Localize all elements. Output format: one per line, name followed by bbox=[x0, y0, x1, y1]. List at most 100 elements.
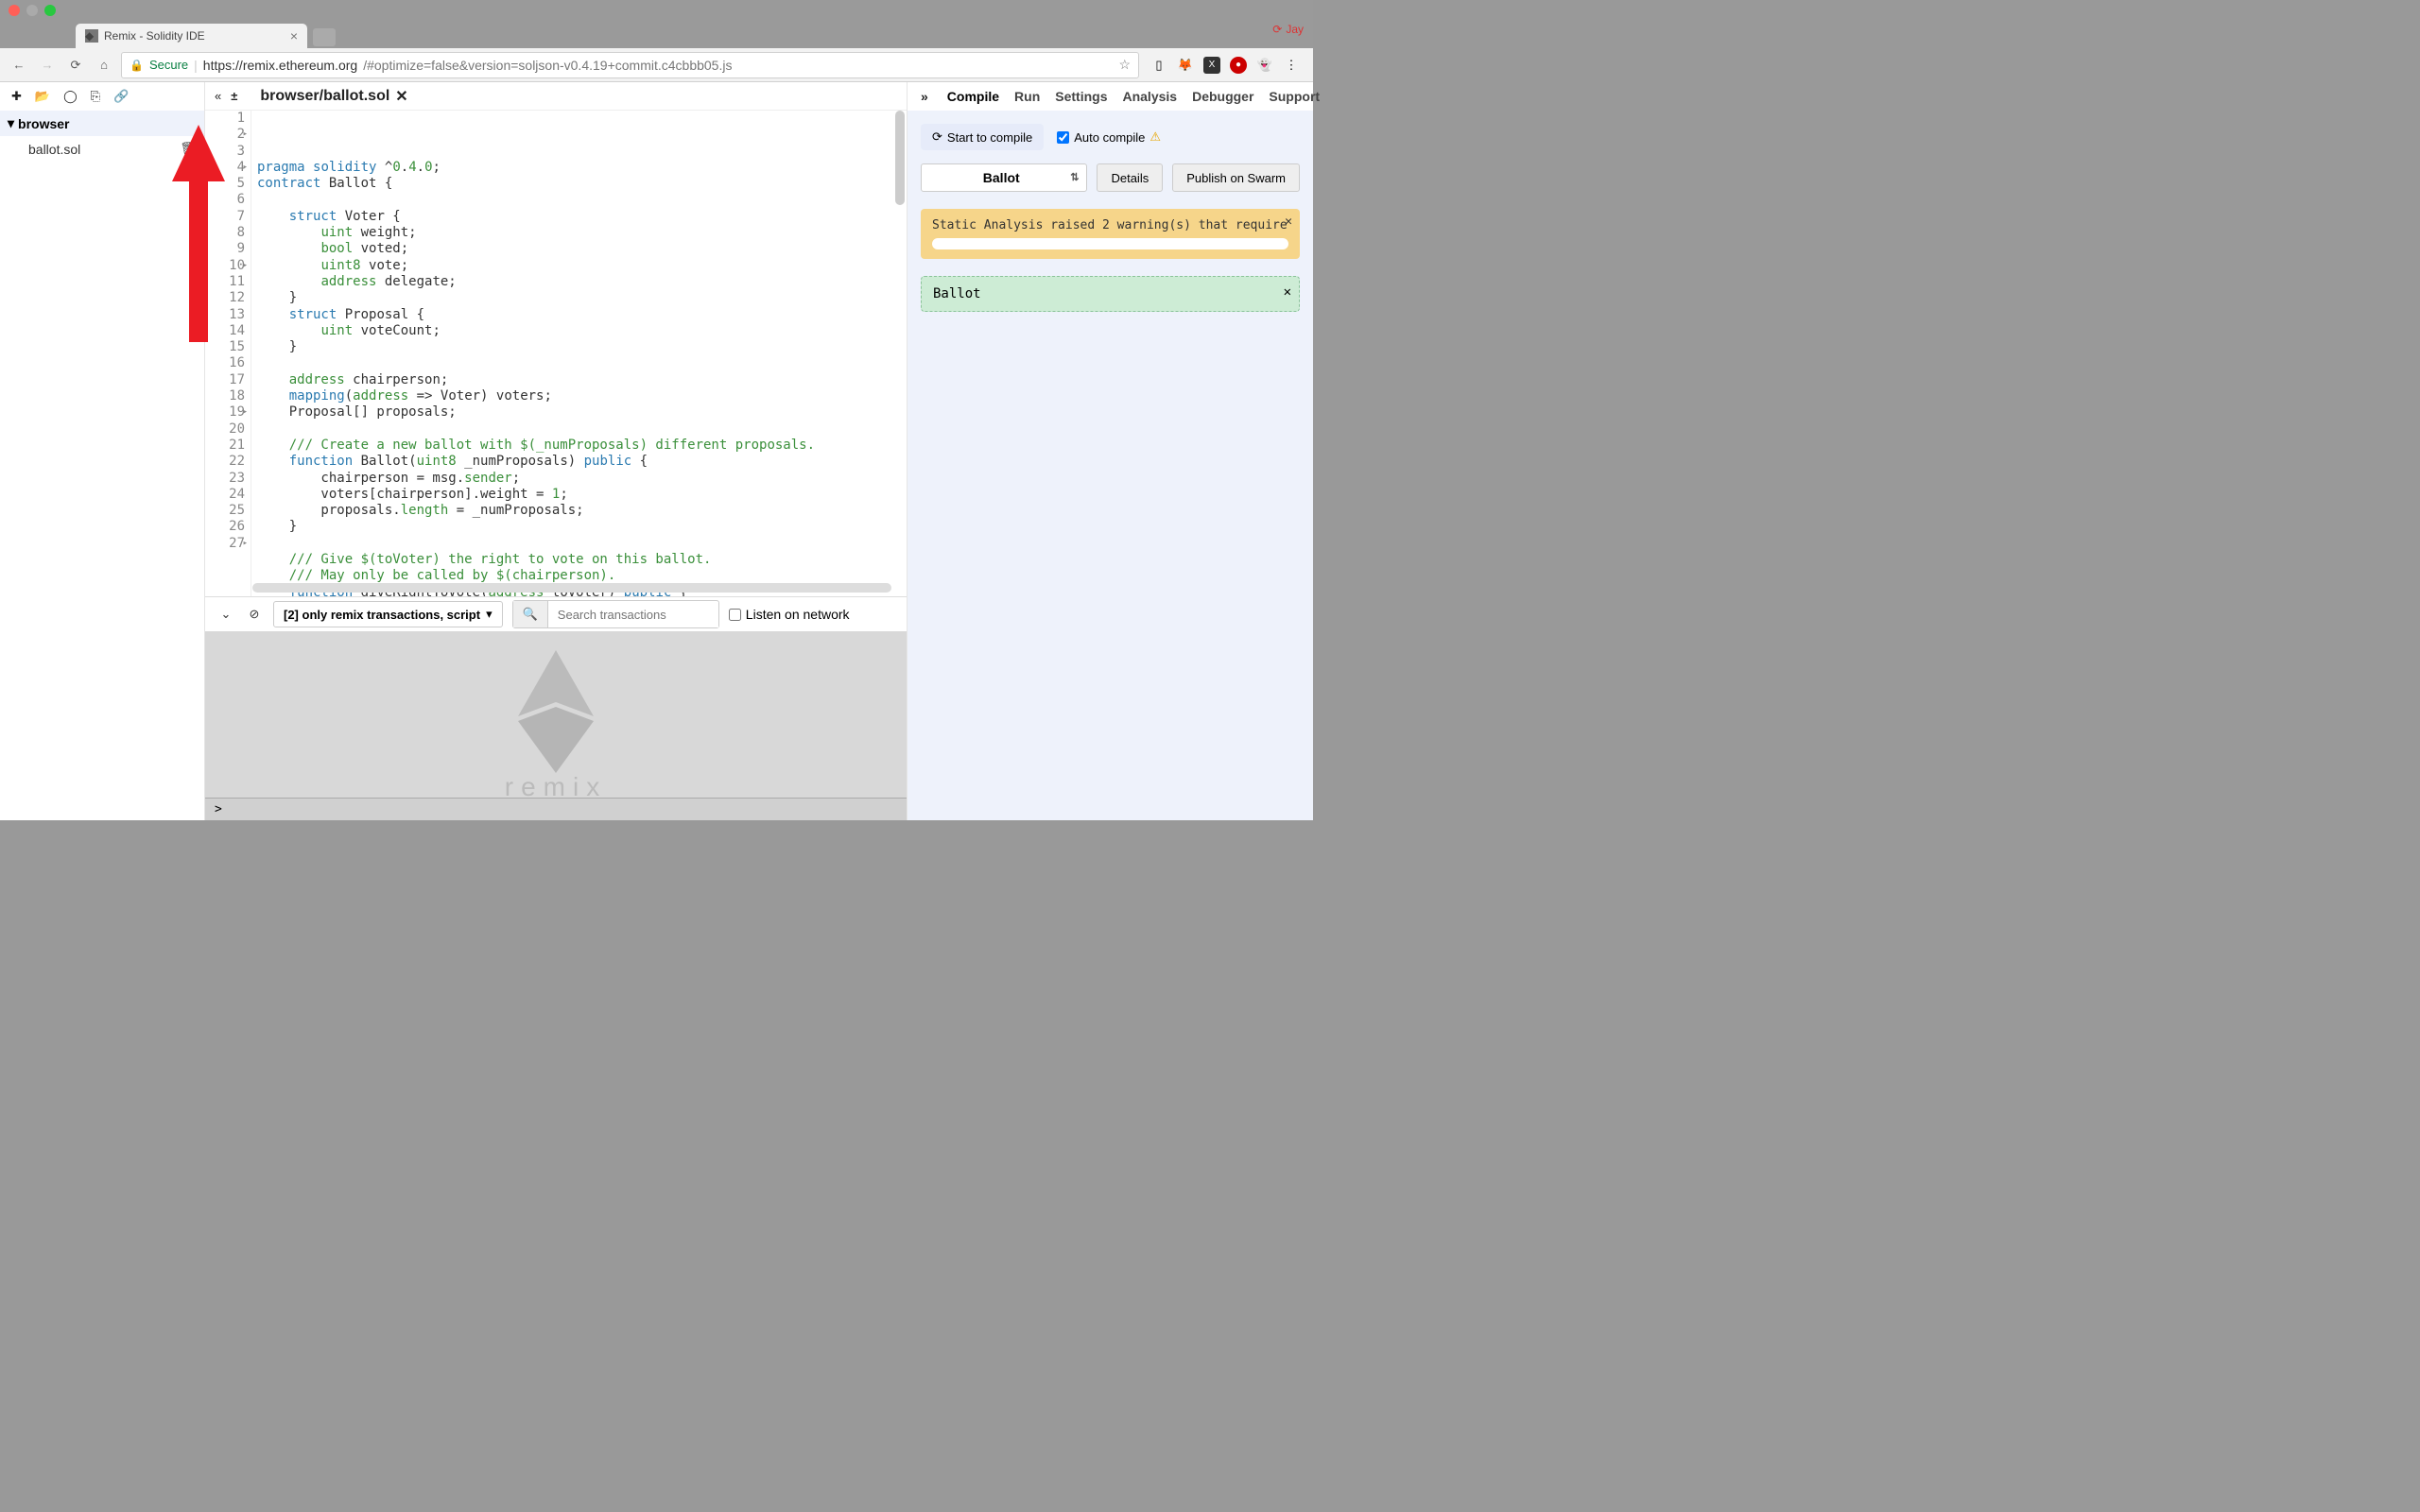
filter-label: [2] only remix transactions, script bbox=[284, 608, 480, 622]
console-body: remix > bbox=[205, 631, 907, 820]
search-icon[interactable]: 🔍 bbox=[513, 601, 548, 627]
contract-name: Ballot bbox=[933, 286, 981, 301]
start-compile-button[interactable]: ⟳ Start to compile bbox=[921, 124, 1044, 150]
github-icon[interactable]: ◯ bbox=[63, 89, 78, 104]
remix-app: ✚ 📂 ◯ ⎘ 🔗 ▾ browser ballot.sol 🗑 « ± bbox=[0, 82, 1313, 820]
console-toolbar: ⌄ ⊘ [2] only remix transactions, script … bbox=[205, 597, 907, 631]
caret-down-icon: ▾ bbox=[486, 607, 493, 622]
traffic-max[interactable] bbox=[44, 5, 56, 16]
console-clear-icon[interactable]: ⊘ bbox=[245, 605, 264, 624]
ublock-icon[interactable]: ● bbox=[1230, 57, 1247, 74]
editor-tab-label: browser/ballot.sol bbox=[260, 88, 389, 105]
console-collapse-icon[interactable]: ⌄ bbox=[216, 605, 235, 624]
console-prompt[interactable]: > bbox=[205, 798, 907, 820]
close-contract-icon[interactable]: ✕ bbox=[1284, 284, 1291, 300]
extension-icons: ▯ 🦊 X ● 👻 ⋮ bbox=[1145, 57, 1305, 74]
url-host: https://remix.ethereum.org bbox=[203, 58, 357, 73]
metamask-icon[interactable]: 🦊 bbox=[1177, 57, 1194, 74]
url-path: /#optimize=false&version=soljson-v0.4.19… bbox=[363, 58, 732, 73]
secure-label: Secure bbox=[149, 58, 188, 72]
listen-label: Listen on network bbox=[746, 607, 850, 622]
select-arrow-icon: ⇅ bbox=[1070, 171, 1079, 183]
tab-support[interactable]: Support bbox=[1269, 89, 1320, 104]
remix-watermark: remix bbox=[505, 650, 607, 802]
contract-select[interactable]: Ballot ⇅ bbox=[921, 163, 1087, 192]
reload-button[interactable]: ⟳ bbox=[64, 54, 87, 77]
sync-icon: ⟳ bbox=[1272, 23, 1282, 36]
close-warning-icon[interactable]: ✕ bbox=[1285, 215, 1292, 229]
file-toolbar: ✚ 📂 ◯ ⎘ 🔗 bbox=[0, 82, 204, 111]
tab-settings[interactable]: Settings bbox=[1055, 89, 1107, 104]
tab-run[interactable]: Run bbox=[1014, 89, 1040, 104]
ext-x-icon[interactable]: X bbox=[1203, 57, 1220, 74]
refresh-icon: ⟳ bbox=[932, 129, 942, 145]
console-search: 🔍 bbox=[512, 600, 719, 628]
console-filter[interactable]: [2] only remix transactions, script ▾ bbox=[273, 601, 503, 627]
listen-on-network[interactable]: Listen on network bbox=[729, 607, 850, 622]
lock-icon: 🔒 bbox=[130, 59, 144, 72]
close-editor-tab-icon[interactable]: ✕ bbox=[395, 87, 407, 106]
file-ballot-sol[interactable]: ballot.sol 🗑 bbox=[0, 136, 204, 162]
details-button[interactable]: Details bbox=[1097, 163, 1163, 192]
traffic-close[interactable] bbox=[9, 5, 20, 16]
publish-swarm-button[interactable]: Publish on Swarm bbox=[1172, 163, 1300, 192]
favicon: ◆ bbox=[85, 29, 98, 43]
auto-compile[interactable]: Auto compile ⚠ bbox=[1057, 129, 1161, 145]
collapse-panel-icon[interactable]: « bbox=[215, 89, 221, 103]
cast-icon[interactable]: ▯ bbox=[1150, 57, 1167, 74]
bookmark-star-icon[interactable]: ☆ bbox=[1118, 57, 1131, 73]
tab-compile[interactable]: Compile bbox=[947, 89, 999, 104]
horizontal-scrollbar[interactable] bbox=[252, 583, 891, 593]
font-size-icon[interactable]: ± bbox=[231, 89, 237, 103]
back-button[interactable]: ← bbox=[8, 54, 30, 77]
editor-tab[interactable]: browser/ballot.sol ✕ bbox=[260, 87, 407, 106]
chrome-menu-icon[interactable]: ⋮ bbox=[1283, 57, 1300, 74]
code-editor[interactable]: 12▸34▸5678910▸111213141516171819▸2021222… bbox=[205, 111, 907, 596]
file-label: ballot.sol bbox=[28, 142, 80, 157]
file-explorer: ✚ 📂 ◯ ⎘ 🔗 ▾ browser ballot.sol 🗑 bbox=[0, 82, 205, 820]
link-icon[interactable]: 🔗 bbox=[113, 89, 129, 104]
compiled-contract[interactable]: Ballot ✕ bbox=[921, 276, 1300, 312]
editor-column: « ± browser/ballot.sol ✕ 12▸34▸5678910▸1… bbox=[205, 82, 907, 820]
open-file-icon[interactable]: 📂 bbox=[35, 89, 50, 104]
static-analysis-warning[interactable]: Static Analysis raised 2 warning(s) that… bbox=[921, 209, 1300, 259]
chrome-profile[interactable]: ⟳ Jay bbox=[1272, 23, 1304, 36]
browser-tabstrip: ◆ Remix - Solidity IDE × ⟳ Jay bbox=[0, 20, 1313, 48]
code-body[interactable]: pragma solidity ^0.4.0;contract Ballot {… bbox=[251, 111, 907, 596]
new-file-icon[interactable]: ✚ bbox=[11, 89, 22, 104]
vertical-scrollbar[interactable] bbox=[895, 111, 905, 205]
home-button[interactable]: ⌂ bbox=[93, 54, 115, 77]
tab-debugger[interactable]: Debugger bbox=[1192, 89, 1253, 104]
macos-titlebar bbox=[0, 0, 1313, 20]
compile-pane: ⟳ Start to compile Auto compile ⚠ Ballot… bbox=[908, 111, 1313, 820]
traffic-min[interactable] bbox=[26, 5, 38, 16]
search-input[interactable] bbox=[548, 602, 718, 627]
right-panel: » Compile Run Settings Analysis Debugger… bbox=[907, 82, 1313, 820]
warning-icon: ⚠ bbox=[1150, 129, 1161, 145]
tab-analysis[interactable]: Analysis bbox=[1122, 89, 1177, 104]
address-bar[interactable]: 🔒 Secure | https://remix.ethereum.org/#o… bbox=[121, 52, 1139, 78]
select-value: Ballot bbox=[983, 170, 1020, 185]
listen-checkbox[interactable] bbox=[729, 609, 741, 621]
line-gutter: 12▸34▸5678910▸111213141516171819▸2021222… bbox=[205, 111, 251, 596]
auto-compile-label: Auto compile bbox=[1074, 130, 1145, 145]
start-compile-label: Start to compile bbox=[947, 130, 1032, 145]
close-tab-icon[interactable]: × bbox=[290, 28, 298, 43]
folder-label: browser bbox=[18, 116, 69, 131]
console-panel: ⌄ ⊘ [2] only remix transactions, script … bbox=[205, 596, 907, 820]
forward-button[interactable]: → bbox=[36, 54, 59, 77]
caret-down-icon: ▾ bbox=[8, 115, 14, 131]
folder-browser[interactable]: ▾ browser bbox=[0, 111, 204, 136]
warning-text: Static Analysis raised 2 warning(s) that… bbox=[932, 218, 1288, 232]
ghost-icon[interactable]: 👻 bbox=[1256, 57, 1273, 74]
copy-icon[interactable]: ⎘ bbox=[91, 89, 100, 104]
right-tabs: » Compile Run Settings Analysis Debugger… bbox=[908, 82, 1313, 111]
editor-tabbar: « ± browser/ballot.sol ✕ bbox=[205, 82, 907, 111]
warning-progress bbox=[932, 238, 1288, 249]
auto-compile-checkbox[interactable] bbox=[1057, 131, 1069, 144]
delete-file-icon[interactable]: 🗑 bbox=[180, 141, 197, 157]
expand-panel-icon[interactable]: » bbox=[921, 89, 928, 104]
browser-tab[interactable]: ◆ Remix - Solidity IDE × bbox=[76, 24, 307, 48]
new-tab-button[interactable] bbox=[313, 28, 336, 46]
profile-name: Jay bbox=[1286, 23, 1304, 36]
